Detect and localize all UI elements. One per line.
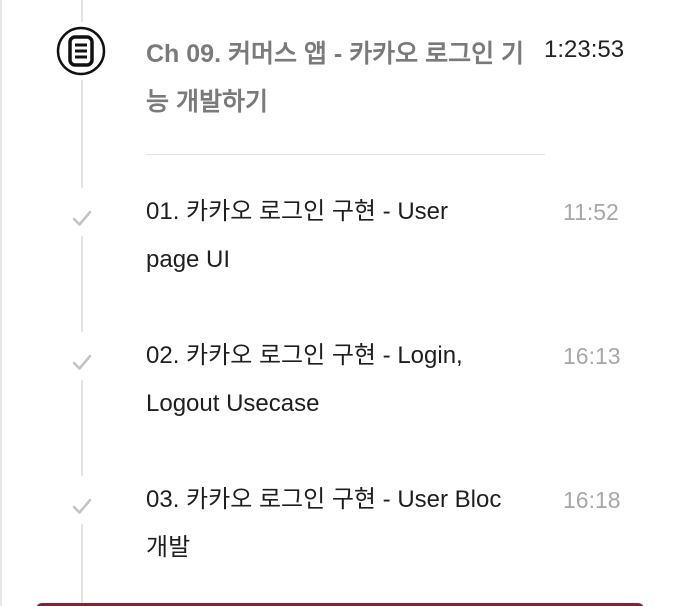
- lesson-duration: 11:52: [563, 199, 619, 225]
- timeline-line: [81, 0, 83, 22]
- lesson-title: 02. 카카오 로그인 구현 - Login, Logout Usecase: [146, 342, 463, 417]
- lesson-duration: 16:13: [563, 343, 621, 369]
- lesson-title: 03. 카카오 로그인 구현 - User Bloc 개발: [146, 486, 502, 561]
- check-icon: [72, 354, 92, 370]
- lesson-title: 01. 카카오 로그인 구현 - User page UI: [146, 198, 449, 273]
- lesson-duration: 16:18: [563, 487, 621, 513]
- lesson-item[interactable]: 03. 카카오 로그인 구현 - User Bloc 개발 16:18: [0, 476, 674, 572]
- lesson-item[interactable]: 01. 카카오 로그인 구현 - User page UI 11:52: [0, 188, 674, 284]
- timeline-line: [81, 80, 83, 188]
- check-icon: [72, 210, 92, 226]
- curriculum-panel: Ch 09. 커머스 앱 - 카카오 로그인 기능 개발하기 1:23:53 0…: [0, 0, 674, 606]
- document-list-icon: [56, 26, 106, 76]
- divider: [146, 154, 545, 155]
- check-icon: [72, 498, 92, 514]
- chapter-title: Ch 09. 커머스 앱 - 카카오 로그인 기능 개발하기: [146, 40, 525, 116]
- lesson-item[interactable]: 02. 카카오 로그인 구현 - Login, Logout Usecase 1…: [0, 332, 674, 428]
- chapter-duration: 1:23:53: [544, 36, 625, 63]
